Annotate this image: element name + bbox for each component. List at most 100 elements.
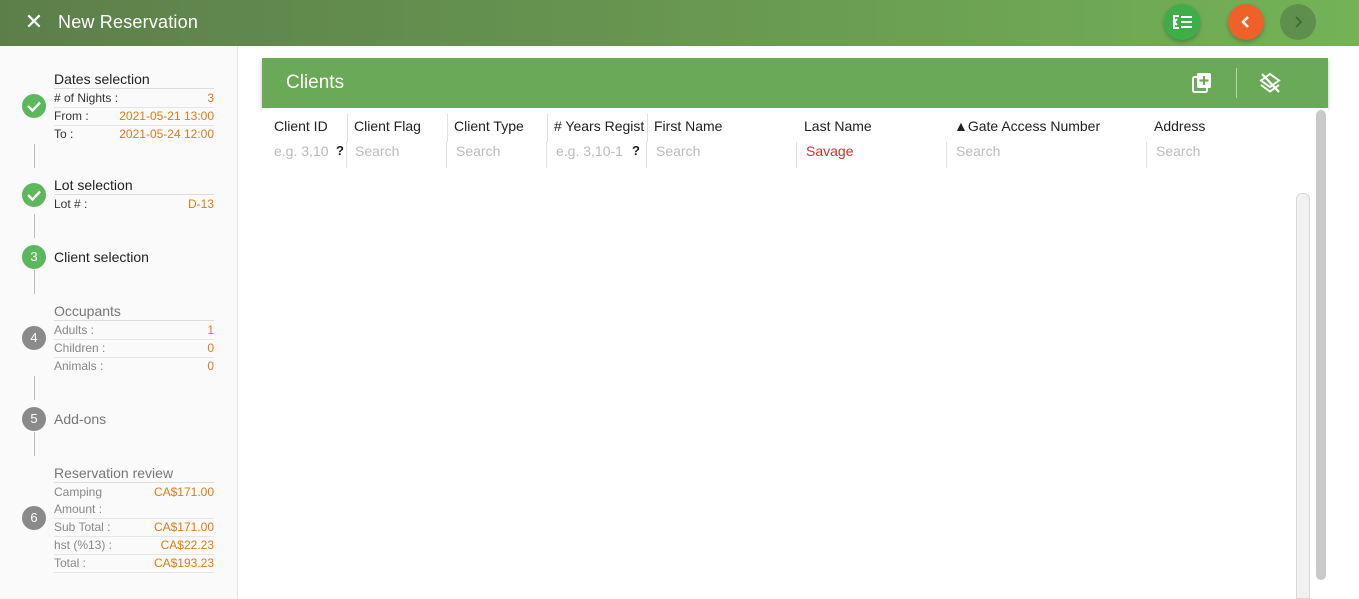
filter-first-name-input[interactable]: Search [656, 143, 700, 159]
filter-gate-access[interactable]: Search [947, 142, 1147, 168]
occupants-adults-label: Adults : [54, 323, 95, 337]
step-dates-title[interactable]: Dates selection [54, 71, 214, 89]
filter-client-type[interactable]: Search [447, 142, 547, 168]
column-header[interactable]: Client Type [454, 118, 524, 134]
column-client-type: Client Type Search [447, 108, 547, 168]
review-camping-label: Camping [54, 485, 103, 499]
column-header[interactable]: First Name [654, 118, 722, 134]
top-bar: ✕ New Reservation [0, 0, 1359, 46]
dates-nights-label: # of Nights : [54, 91, 119, 105]
dates-to-row: To : 2021-05-24 12:00 [54, 127, 214, 144]
app-title: New Reservation [58, 12, 199, 32]
review-total-label: Total : [54, 556, 87, 570]
chevron-right-icon [1295, 16, 1303, 28]
steps-sidebar: Dates selection # of Nights : 3 From : 2… [0, 46, 238, 599]
review-total-row: Total : CA$193.23 [54, 556, 214, 573]
dates-from-value: 2021-05-21 13:00 [119, 109, 214, 123]
column-address: Address Search [1147, 108, 1317, 168]
column-header[interactable]: Client ID [274, 118, 328, 134]
filter-client-flag[interactable]: Search [347, 142, 447, 168]
filter-years-registered[interactable]: e.g. 3,10-1 ? [547, 142, 647, 168]
next-button[interactable] [1280, 4, 1316, 40]
filter-years-input[interactable]: e.g. 3,10-1 [556, 143, 628, 159]
column-first-name: First Name Search [647, 108, 797, 168]
clients-table: Client ID e.g. 3,10 ? Client Flag Search… [262, 108, 1328, 599]
column-client-id: Client ID e.g. 3,10 ? [262, 108, 347, 168]
lot-number-label: Lot # : [54, 197, 88, 211]
column-gate-access: ▲Gate Access Number Search [947, 108, 1147, 168]
occupants-animals-label: Animals : [54, 359, 104, 373]
filter-last-name-input[interactable]: Savage [806, 143, 853, 159]
filter-help-icon[interactable]: ? [632, 143, 640, 158]
table-scrollbar[interactable] [1296, 193, 1310, 599]
step-connector [34, 376, 35, 400]
column-client-flag: Client Flag Search [347, 108, 447, 168]
filter-help-icon[interactable]: ? [336, 143, 344, 158]
close-icon[interactable]: ✕ [22, 10, 46, 34]
filter-client-id[interactable]: e.g. 3,10 ? [262, 142, 347, 168]
dates-to-label: To : [54, 127, 74, 141]
lot-number-row: Lot # : D-13 [54, 197, 214, 214]
occupants-adults-row: Adults : 1 [54, 323, 214, 340]
step-client-number: 3 [22, 245, 46, 269]
clients-panel-header: Clients [262, 58, 1328, 108]
dates-nights-value: 3 [207, 91, 214, 105]
list-toggle-button[interactable] [1164, 4, 1200, 40]
column-years-registered: # Years Regist e.g. 3,10-1 ? [547, 108, 647, 168]
review-camping-row: Camping CA$171.00 [54, 485, 214, 502]
step-lot-title[interactable]: Lot selection [54, 177, 214, 195]
review-tax-label: hst (%13) : [54, 538, 113, 552]
column-separator [347, 114, 348, 142]
column-header[interactable]: Address [1154, 118, 1205, 134]
vertical-scrollbar[interactable] [1316, 110, 1326, 580]
filter-client-flag-input[interactable]: Search [355, 143, 399, 159]
step-occupants-title[interactable]: Occupants [54, 303, 214, 321]
step-connector [34, 432, 35, 456]
filter-gate-access-input[interactable]: Search [956, 143, 1000, 159]
column-header[interactable]: # Years Regist [554, 118, 646, 134]
occupants-children-value: 0 [207, 341, 214, 355]
filter-client-type-input[interactable]: Search [456, 143, 500, 159]
dates-nights-row: # of Nights : 3 [54, 91, 214, 108]
header-divider [1236, 68, 1237, 98]
filter-address-input[interactable]: Search [1156, 143, 1200, 159]
review-total-value: CA$193.23 [153, 556, 214, 570]
step-connector [34, 270, 35, 294]
back-button[interactable] [1228, 4, 1264, 40]
occupants-adults-value: 1 [207, 323, 214, 337]
dates-to-value: 2021-05-24 12:00 [119, 127, 214, 141]
add-box-icon[interactable] [1190, 71, 1214, 95]
filter-client-id-input[interactable]: e.g. 3,10 [274, 143, 329, 159]
dates-from-row: From : 2021-05-21 13:00 [54, 109, 214, 126]
column-separator [447, 114, 448, 142]
step-connector [34, 214, 35, 238]
step-client-title[interactable]: Client selection [54, 249, 149, 265]
filter-address[interactable]: Search [1147, 142, 1317, 168]
step-addons-title[interactable]: Add-ons [54, 411, 106, 427]
filter-last-name[interactable]: Savage [797, 142, 947, 168]
review-amount-label: Amount : [54, 502, 103, 516]
step-lot-check-icon [22, 183, 46, 207]
column-header-sorted[interactable]: ▲Gate Access Number [954, 118, 1100, 134]
occupants-children-row: Children : 0 [54, 341, 214, 358]
lot-number-value: D-13 [187, 197, 214, 211]
step-review-title[interactable]: Reservation review [54, 465, 214, 483]
step-review-number: 6 [22, 506, 46, 530]
filter-first-name[interactable]: Search [647, 142, 797, 168]
occupants-children-label: Children : [54, 341, 106, 355]
column-header[interactable]: Client Flag [354, 118, 421, 134]
step-connector [34, 144, 35, 168]
step-addons-number: 5 [22, 407, 46, 431]
list-swap-icon [1172, 15, 1192, 29]
column-last-name: Last Name Savage [797, 108, 947, 168]
review-subtotal-row: Sub Total : CA$171.00 [54, 520, 214, 537]
layers-clear-icon[interactable] [1258, 71, 1282, 95]
review-subtotal-label: Sub Total : [54, 520, 111, 534]
review-amount-row: Amount : [54, 502, 214, 519]
occupants-animals-row: Animals : 0 [54, 359, 214, 376]
dates-from-label: From : [54, 109, 89, 123]
column-header[interactable]: Last Name [804, 118, 872, 134]
step-occupants-number: 4 [22, 326, 46, 350]
chevron-left-icon [1241, 16, 1249, 28]
panel-title: Clients [286, 72, 345, 93]
